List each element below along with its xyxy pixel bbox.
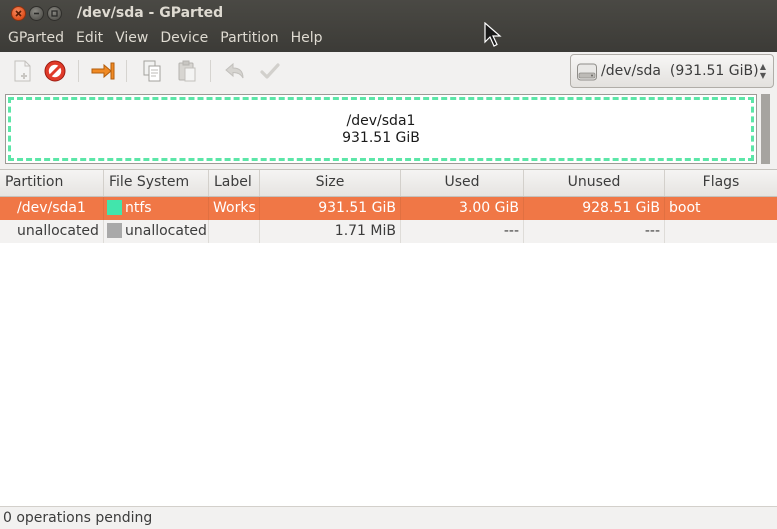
undo-icon[interactable] xyxy=(222,58,248,84)
toolbar: /dev/sda (931.51 GiB) ▲ ▼ xyxy=(0,52,777,90)
column-header-partition[interactable]: Partition xyxy=(0,170,104,196)
status-bar: 0 operations pending xyxy=(0,506,777,529)
cell-filesystem: ntfs xyxy=(104,197,209,220)
column-header-size[interactable]: Size xyxy=(260,170,401,196)
paste-icon[interactable] xyxy=(174,58,200,84)
column-header-filesystem[interactable]: File System xyxy=(104,170,209,196)
gparted-window: /dev/sda - GParted GParted Edit View Dev… xyxy=(0,0,777,529)
menu-gparted[interactable]: GParted xyxy=(2,29,70,51)
minimize-icon[interactable] xyxy=(29,6,44,21)
apply-icon[interactable] xyxy=(257,58,283,84)
partition-graph: /dev/sda1 931.51 GiB xyxy=(5,94,757,164)
column-header-unused[interactable]: Unused xyxy=(524,170,665,196)
new-partition-icon[interactable] xyxy=(9,58,35,84)
cell-size: 931.51 GiB xyxy=(260,197,401,220)
filesystem-color-swatch xyxy=(107,200,122,215)
partition-table: Partition File System Label Size Used Un… xyxy=(0,169,777,506)
title-bar: /dev/sda - GParted GParted Edit View Dev… xyxy=(0,0,777,52)
menu-partition[interactable]: Partition xyxy=(214,29,284,51)
device-selector-label: /dev/sda (931.51 GiB) xyxy=(601,63,759,79)
mouse-pointer-icon xyxy=(484,22,502,47)
harddisk-icon xyxy=(577,63,597,81)
device-selector[interactable]: /dev/sda (931.51 GiB) ▲ ▼ xyxy=(570,54,774,88)
delete-icon[interactable] xyxy=(42,58,68,84)
cell-partition: /dev/sda1 xyxy=(0,197,104,220)
cell-flags: boot xyxy=(669,200,701,216)
cell-label: Works xyxy=(209,197,260,220)
column-header-label[interactable]: Label xyxy=(209,170,260,196)
cell-flags xyxy=(665,220,777,243)
graph-partition-sda1[interactable]: /dev/sda1 931.51 GiB xyxy=(8,97,754,161)
filesystem-color-swatch xyxy=(107,223,122,238)
copy-icon[interactable] xyxy=(139,58,165,84)
partition-graph-area: /dev/sda1 931.51 GiB xyxy=(0,90,777,168)
menu-edit[interactable]: Edit xyxy=(70,29,109,51)
menu-view[interactable]: View xyxy=(109,29,154,51)
combo-arrows-icon: ▲ ▼ xyxy=(759,62,766,80)
resize-move-icon[interactable] xyxy=(90,58,116,84)
graph-scrollbar[interactable] xyxy=(761,94,770,164)
graph-partition-size: 931.51 GiB xyxy=(342,130,420,146)
close-icon[interactable] xyxy=(11,6,26,21)
cell-filesystem-name: unallocated xyxy=(125,223,207,239)
window-title: /dev/sda - GParted xyxy=(77,5,224,21)
cell-filesystem-name: ntfs xyxy=(125,200,152,216)
graph-partition-name: /dev/sda1 xyxy=(346,113,416,129)
cell-unused: 928.51 GiB xyxy=(524,197,665,220)
menu-device[interactable]: Device xyxy=(154,29,214,51)
toolbar-separator xyxy=(210,60,211,82)
cell-used: 3.00 GiB xyxy=(401,197,524,220)
menu-help[interactable]: Help xyxy=(285,29,329,51)
cell-used: --- xyxy=(401,220,524,243)
cell-partition: unallocated xyxy=(0,220,104,243)
cell-label xyxy=(209,220,260,243)
column-header-used[interactable]: Used xyxy=(401,170,524,196)
table-header: Partition File System Label Size Used Un… xyxy=(0,170,777,197)
menubar: GParted Edit View Device Partition Help xyxy=(0,29,329,51)
toolbar-separator xyxy=(78,60,79,82)
window-controls xyxy=(11,6,62,21)
cell-size: 1.71 MiB xyxy=(260,220,401,243)
column-header-flags[interactable]: Flags xyxy=(665,170,777,196)
table-row[interactable]: unallocated unallocated 1.71 MiB --- --- xyxy=(0,220,777,243)
maximize-icon[interactable] xyxy=(47,6,62,21)
toolbar-separator xyxy=(126,60,127,82)
cell-unused: --- xyxy=(524,220,665,243)
cell-filesystem: unallocated xyxy=(104,220,209,243)
table-row[interactable]: /dev/sda1 ntfs Works 931.51 GiB 3.00 GiB… xyxy=(0,197,777,220)
